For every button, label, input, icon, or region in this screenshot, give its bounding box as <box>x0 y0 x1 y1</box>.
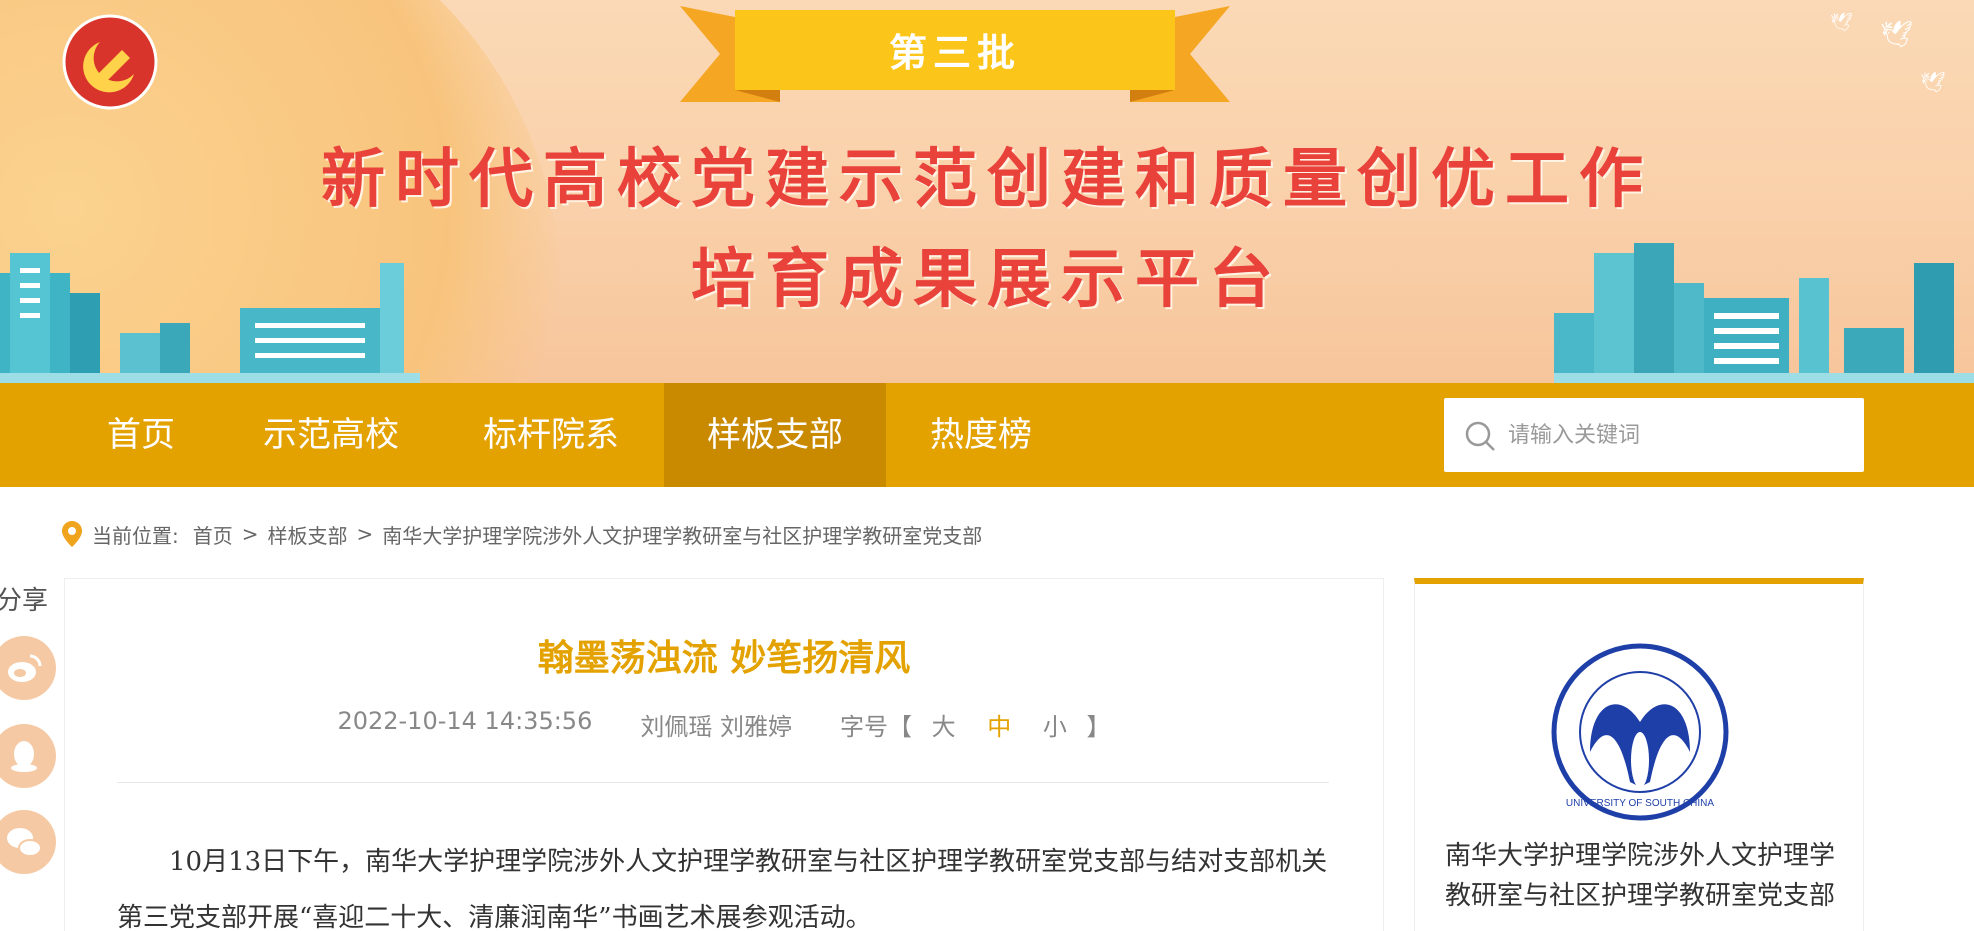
breadcrumb-label: 当前位置: <box>92 523 179 548</box>
city-skyline-right <box>1554 243 1974 383</box>
wechat-icon <box>7 828 42 857</box>
nav-item-hot-list[interactable]: 热度榜 <box>916 383 1046 487</box>
breadcrumb-model-branches[interactable]: 样板支部 <box>268 520 348 549</box>
breadcrumb-current[interactable]: 南华大学护理学院涉外人文护理学教研室与社区护理学教研室党支部 <box>382 520 982 549</box>
city-skyline-left <box>0 253 420 383</box>
dove-icon: 🕊 <box>1920 70 1946 94</box>
font-size-small-button[interactable]: 小 <box>1043 707 1067 742</box>
dove-icon: 🕊 <box>1880 20 1914 50</box>
search-input[interactable] <box>1508 410 1848 460</box>
breadcrumb-separator: > <box>356 522 374 546</box>
breadcrumb: 当前位置: 首页 > 样板支部 > 南华大学护理学院涉外人文护理学教研室与社区护… <box>62 518 982 550</box>
org-name: 南华大学护理学院涉外人文护理学教研室与社区护理学教研室党支部 <box>1444 841 1835 911</box>
share-wechat-button[interactable] <box>0 810 56 874</box>
font-size-label: 字号【 <box>839 713 912 741</box>
breadcrumb-home[interactable]: 首页 <box>193 520 233 549</box>
share-qq-button[interactable] <box>0 724 56 788</box>
font-size-medium-button[interactable]: 中 <box>987 707 1011 742</box>
nav-item-demo-universities[interactable]: 示范高校 <box>246 383 416 487</box>
meta-divider <box>117 782 1329 783</box>
article-paragraph: 10月13日下午，南华大学护理学院涉外人文护理学教研室与社区护理学教研室党支部与… <box>117 847 1328 931</box>
header-banner: 第三批 新时代高校党建示范创建和质量创优工作 培育成果展示平台 🕊 🕊 🕊 <box>0 0 1974 383</box>
article-card: 翰墨荡浊流 妙笔扬清风 2022-10-14 14:35:56 刘佩瑶 刘雅婷 … <box>64 578 1384 931</box>
university-logo: UNIVERSITY OF SOUTH CHINA <box>1551 643 1729 821</box>
location-pin-icon <box>62 521 82 547</box>
article-title: 翰墨荡浊流 妙笔扬清风 <box>537 638 911 679</box>
font-size-large-button[interactable]: 大 <box>932 707 956 742</box>
breadcrumb-separator: > <box>241 522 259 546</box>
share-label: 分享 <box>0 586 49 616</box>
article-meta: 2022-10-14 14:35:56 刘佩瑶 刘雅婷 字号【 大 中 小 】 <box>65 707 1383 742</box>
font-size-control: 字号【 大 中 小 】 <box>840 707 1111 742</box>
search-icon[interactable] <box>1464 420 1496 452</box>
font-size-close: 】 <box>1086 713 1111 741</box>
org-sidebar-card: UNIVERSITY OF SOUTH CHINA 南华大学护理学院涉外人文护理… <box>1414 578 1864 931</box>
banner-title-line1: 新时代高校党建示范创建和质量创优工作 <box>321 142 1653 217</box>
dove-icon: 🕊 <box>1830 12 1853 33</box>
nav-item-model-branches[interactable]: 样板支部 <box>664 383 886 487</box>
article-date: 2022-10-14 14:35:56 <box>337 707 593 735</box>
main-nav: 首页 示范高校 标杆院系 样板支部 热度榜 <box>0 383 1974 487</box>
qq-icon <box>11 741 37 772</box>
party-emblem-icon <box>62 14 158 110</box>
article-authors: 刘佩瑶 刘雅婷 <box>640 713 792 741</box>
share-weibo-button[interactable] <box>0 636 56 700</box>
university-logo-text: UNIVERSITY OF SOUTH CHINA <box>1566 798 1714 809</box>
weibo-icon <box>8 654 42 682</box>
batch-label: 第三批 <box>888 30 1021 75</box>
nav-item-benchmark-departments[interactable]: 标杆院系 <box>466 383 636 487</box>
nav-item-home[interactable]: 首页 <box>86 383 196 487</box>
search-box <box>1444 398 1864 472</box>
